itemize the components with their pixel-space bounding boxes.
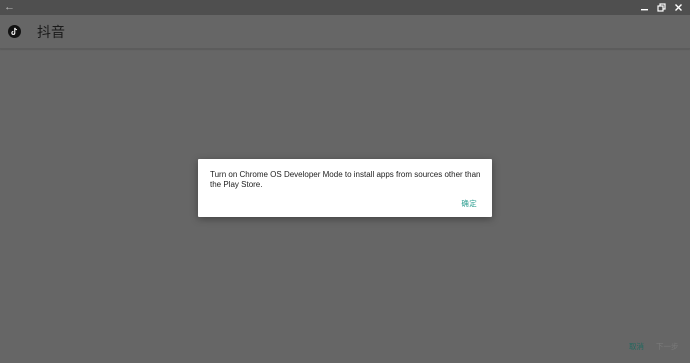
app-title: 抖音 <box>37 24 65 40</box>
developer-mode-dialog: Turn on Chrome OS Developer Mode to inst… <box>198 159 492 217</box>
next-button[interactable]: 下一步 <box>656 342 679 351</box>
app-header: 抖音 <box>0 15 690 49</box>
restore-icon[interactable] <box>656 2 667 13</box>
cancel-button[interactable]: 取消 <box>629 342 644 351</box>
close-icon[interactable] <box>673 2 684 13</box>
window-titlebar: ← <box>0 0 690 15</box>
ok-button[interactable]: 确定 <box>461 199 477 208</box>
back-arrow-icon[interactable]: ← <box>4 1 16 13</box>
tiktok-logo-icon <box>8 25 21 38</box>
dialog-message: Turn on Chrome OS Developer Mode to inst… <box>210 170 481 189</box>
minimize-icon[interactable] <box>639 2 650 13</box>
window-controls <box>639 1 684 14</box>
